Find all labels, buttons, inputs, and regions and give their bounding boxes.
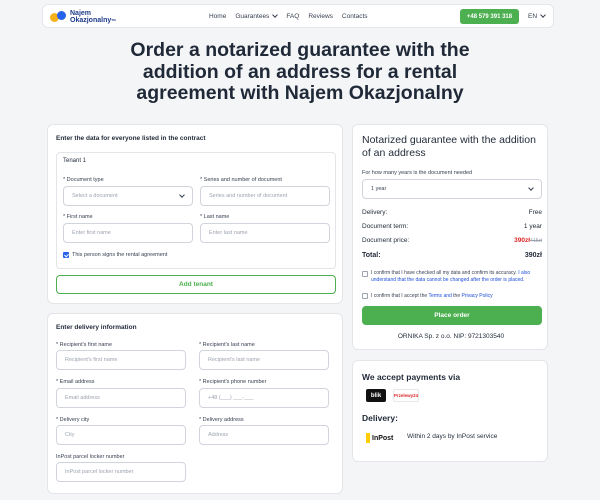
main-nav: Home Guarantees FAQ Reviews Contacts — [209, 5, 368, 27]
phone-input[interactable]: +48 (___) ___-___ — [199, 388, 329, 408]
payments-title: We accept payments via — [362, 372, 461, 382]
chevron-down-icon — [179, 192, 185, 198]
email-input[interactable]: Email address — [56, 388, 186, 408]
inpost-icon — [366, 433, 370, 443]
company-info: ORNIKA Sp. z o.o. NIP: 9721303540 — [397, 333, 505, 340]
series-label: * Series and number of document — [200, 177, 282, 183]
terms-link[interactable]: Terms and — [428, 293, 451, 299]
order-title: Notarized guarantee with the addition of… — [362, 134, 536, 159]
tenant-box: Tenant 1 * Document type Select a docume… — [56, 152, 336, 269]
contract-card: Enter the data for everyone listed in th… — [47, 124, 343, 304]
nav-guarantees[interactable]: Guarantees — [235, 12, 279, 20]
term-row: Document term: 1 year — [362, 223, 542, 230]
price-value: 390zł — [514, 237, 531, 244]
logo-keys-icon — [49, 9, 67, 25]
privacy-link[interactable]: Privacy Policy — [462, 293, 493, 299]
years-label: For how many years is the document neede… — [362, 170, 473, 176]
page-title: Order a notarized guarantee with the add… — [130, 39, 470, 104]
city-label: * Delivery city — [56, 417, 90, 423]
total-row: Total: 390zł — [362, 252, 542, 259]
signs-agreement-label: This person signs the rental agreement — [72, 252, 168, 258]
first-name-label: * First name — [63, 214, 93, 220]
tenant-label: Tenant 1 — [63, 158, 87, 164]
years-select[interactable]: 1 year — [362, 179, 542, 199]
nav-home[interactable]: Home — [209, 13, 226, 20]
delivery-card: Enter delivery information * Recipient's… — [47, 313, 343, 494]
recipient-last-input[interactable]: Recipient's last name — [199, 350, 329, 370]
terms-checkbox[interactable] — [362, 293, 368, 299]
price-old: 415zł — [530, 238, 542, 244]
locker-label: InPost parcel locker number — [56, 454, 125, 460]
blik-logo: blik — [366, 389, 386, 402]
city-input[interactable]: City — [56, 425, 186, 445]
recipient-last-label: * Recipient's last name — [199, 342, 255, 348]
place-order-button[interactable]: Place order — [362, 306, 542, 325]
first-name-input[interactable]: Enter first name — [63, 223, 193, 243]
inpost-delivery-text: Within 2 days by InPost service — [407, 433, 498, 440]
data-confirm-checkbox[interactable] — [362, 271, 368, 277]
signs-agreement-checkbox[interactable] — [63, 252, 69, 258]
doc-type-label: * Document type — [63, 177, 104, 183]
doc-type-select[interactable]: Select a document — [63, 186, 193, 206]
site-header: Najem OkazjonalnyTM Home Guarantees FAQ … — [42, 4, 554, 28]
chevron-down-icon — [528, 185, 534, 191]
nav-contacts[interactable]: Contacts — [342, 13, 368, 20]
recipient-first-input[interactable]: Recipient's first name — [56, 350, 186, 370]
contract-heading: Enter the data for everyone listed in th… — [56, 135, 206, 142]
price-row: Document price: 390zł415zł — [362, 237, 542, 244]
delivery-title: Delivery: — [362, 413, 398, 423]
last-name-label: * Last name — [200, 214, 230, 220]
series-input[interactable]: Series and number of document — [200, 186, 330, 206]
last-name-input[interactable]: Enter last name — [200, 223, 330, 243]
address-input[interactable]: Address — [199, 425, 329, 445]
inpost-logo: InPost — [366, 431, 393, 445]
recipient-first-label: * Recipient's first name — [56, 342, 113, 348]
nav-reviews[interactable]: Reviews — [308, 13, 333, 20]
phone-label: * Recipient's phone number — [199, 379, 267, 385]
logo-text: Najem OkazjonalnyTM — [70, 9, 116, 25]
chevron-down-icon — [540, 12, 546, 18]
delivery-heading: Enter delivery information — [56, 324, 137, 331]
order-summary-card: Notarized guarantee with the addition of… — [352, 124, 548, 350]
language-selector[interactable]: EN — [528, 5, 546, 27]
data-confirm-text: I confirm that I have checked all my dat… — [371, 270, 531, 283]
payments-card: We accept payments via blik Przelewy24 D… — [352, 360, 548, 462]
nav-faq[interactable]: FAQ — [286, 13, 299, 20]
chevron-down-icon — [272, 12, 279, 18]
locker-input[interactable]: InPost parcel locker number — [56, 462, 186, 482]
delivery-row: Delivery: Free — [362, 209, 542, 216]
logo[interactable]: Najem OkazjonalnyTM — [49, 8, 116, 26]
add-tenant-button[interactable]: Add tenant — [56, 275, 336, 294]
address-label: * Delivery address — [199, 417, 244, 423]
terms-text: I confirm that I accept the Terms and th… — [371, 293, 493, 299]
email-label: * Email address — [56, 379, 95, 385]
phone-button[interactable]: +48 579 391 318 — [460, 9, 519, 24]
przelewy24-logo: Przelewy24 — [393, 389, 419, 402]
